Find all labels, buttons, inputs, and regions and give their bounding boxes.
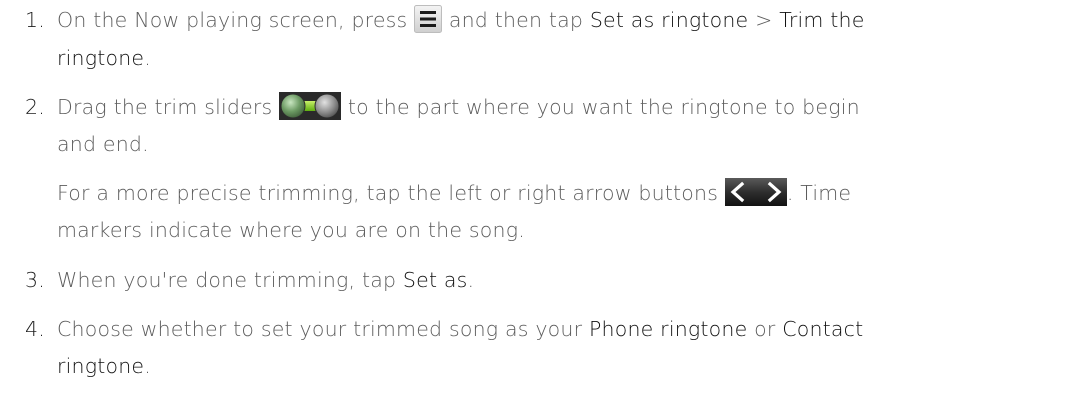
ui-term: ringtone	[57, 46, 145, 70]
step-2-note-line-1: For a more precise trimming, tap the lef…	[57, 178, 851, 208]
step-1-line-1: On the Now playing screen, press and the…	[57, 5, 865, 35]
step-3-line-1: When you're done trimming, tap Set as.	[57, 265, 474, 295]
note-text: For a more precise trimming, tap the lef…	[57, 181, 725, 205]
step-text: On the Now playing screen, press	[57, 8, 415, 32]
step-number: 2.	[25, 95, 45, 119]
step-4-line-1: Choose whether to set your trimmed song …	[57, 314, 863, 344]
step-text: Choose whether to set your trimmed song …	[57, 317, 589, 341]
ui-term: Set as	[402, 268, 468, 292]
step-text: and end.	[57, 132, 149, 156]
step-text: Drag the trim sliders	[57, 95, 280, 119]
ui-term: Contact	[782, 317, 864, 341]
step-text: >	[748, 8, 780, 32]
step-text: to the part where you want the ringtone …	[341, 95, 860, 119]
step-text: .	[144, 46, 151, 70]
trim-slider-icon	[279, 92, 342, 120]
step-2-line-2: and end.	[57, 129, 149, 159]
instruction-document: 1. On the Now playing screen, press and …	[0, 0, 1086, 401]
step-text: .	[144, 354, 151, 378]
ui-term: Trim the	[779, 8, 865, 32]
ui-term: Phone ringtone	[588, 317, 748, 341]
step-text: and then tap	[442, 8, 590, 32]
step-number: 1.	[25, 8, 45, 32]
ui-term: ringtone	[57, 354, 145, 378]
step-2-note-line-2: markers indicate where you are on the so…	[57, 215, 525, 245]
menu-icon	[414, 5, 443, 33]
step-text: or	[747, 317, 783, 341]
arrow-buttons-icon	[724, 178, 787, 206]
step-text: When you're done trimming, tap	[57, 268, 403, 292]
note-text: markers indicate where you are on the so…	[57, 218, 525, 242]
step-1-line-2: ringtone.	[57, 43, 151, 73]
step-4-line-2: ringtone.	[57, 351, 151, 381]
step-2-line-1: Drag the trim sliders to the part where …	[57, 92, 860, 122]
note-text: . Time	[786, 181, 852, 205]
step-number: 3.	[25, 268, 45, 292]
step-number: 4.	[25, 317, 45, 341]
step-text: .	[467, 268, 475, 292]
ui-term: Set as ringtone	[589, 8, 749, 32]
